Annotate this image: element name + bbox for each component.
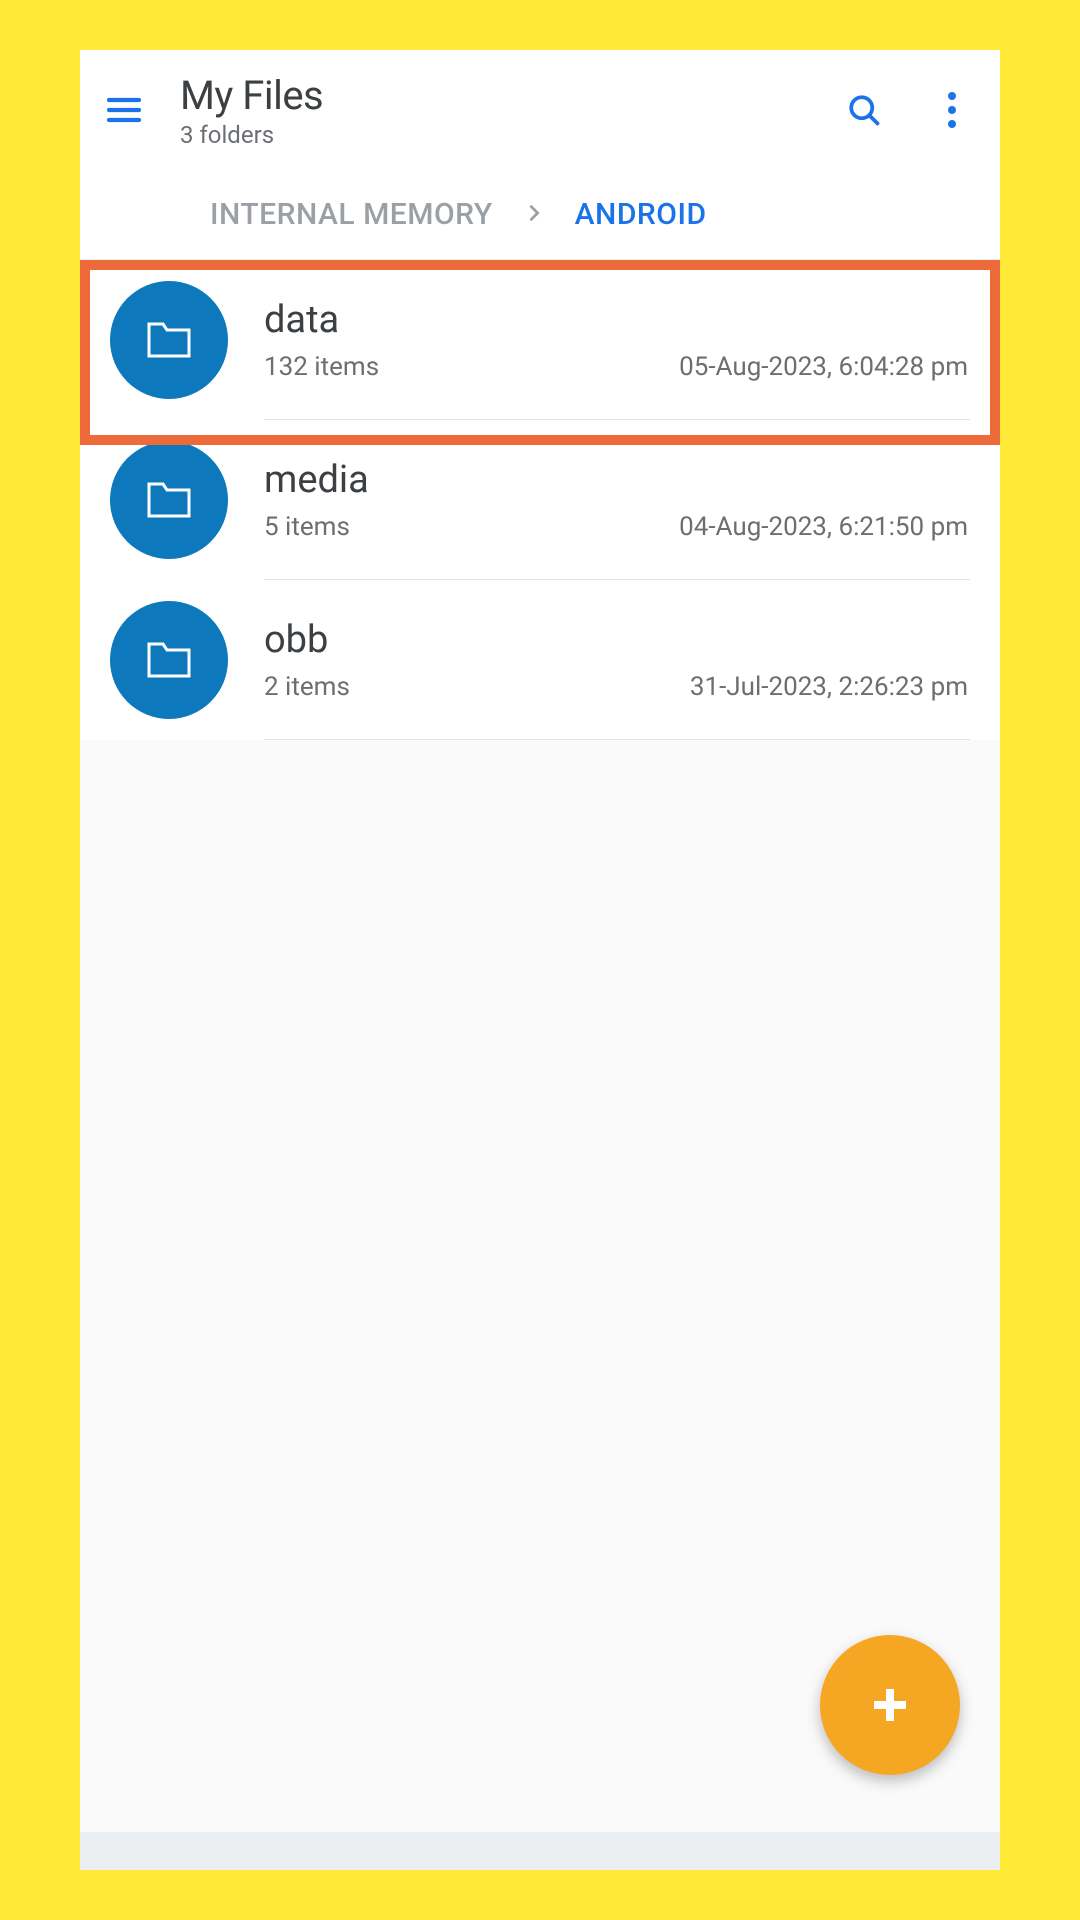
folder-name: obb <box>264 618 968 662</box>
menu-button[interactable] <box>100 86 148 134</box>
folder-name: media <box>264 458 968 502</box>
folder-icon <box>110 281 228 399</box>
more-vert-icon <box>948 92 956 128</box>
hamburger-icon <box>104 90 144 130</box>
plus-icon <box>866 1681 914 1729</box>
folder-name: data <box>264 298 968 342</box>
breadcrumb-item-android[interactable]: ANDROID <box>575 197 707 232</box>
appbar: My Files 3 folders <box>80 50 1000 170</box>
breadcrumb-item-internal-memory[interactable]: INTERNAL MEMORY <box>210 197 493 232</box>
page-subtitle: 3 folders <box>180 121 804 149</box>
search-icon <box>846 92 882 128</box>
breadcrumb: INTERNAL MEMORY ANDROID <box>80 170 1000 260</box>
title-block: My Files 3 folders <box>180 72 804 149</box>
folder-list: data 132 items 05-Aug-2023, 6:04:28 pm m… <box>80 260 1000 740</box>
search-button[interactable] <box>836 82 892 138</box>
more-button[interactable] <box>924 82 980 138</box>
folder-items-count: 2 items <box>264 672 350 702</box>
folder-row-media[interactable]: media 5 items 04-Aug-2023, 6:21:50 pm <box>80 420 1000 580</box>
folder-date: 05-Aug-2023, 6:04:28 pm <box>679 352 968 382</box>
folder-icon <box>110 601 228 719</box>
app-frame: My Files 3 folders INTERNAL MEMORY ANDRO… <box>80 50 1000 1870</box>
nav-bar-placeholder <box>80 1832 1000 1870</box>
folder-icon <box>110 441 228 559</box>
chevron-right-icon <box>523 202 545 228</box>
folder-row-data[interactable]: data 132 items 05-Aug-2023, 6:04:28 pm <box>80 260 1000 420</box>
folder-date: 31-Jul-2023, 2:26:23 pm <box>690 672 968 702</box>
folder-row-obb[interactable]: obb 2 items 31-Jul-2023, 2:26:23 pm <box>80 580 1000 740</box>
folder-items-count: 132 items <box>264 352 379 382</box>
page-title: My Files <box>180 72 804 119</box>
folder-date: 04-Aug-2023, 6:21:50 pm <box>679 512 968 542</box>
add-button[interactable] <box>820 1635 960 1775</box>
folder-items-count: 5 items <box>264 512 350 542</box>
